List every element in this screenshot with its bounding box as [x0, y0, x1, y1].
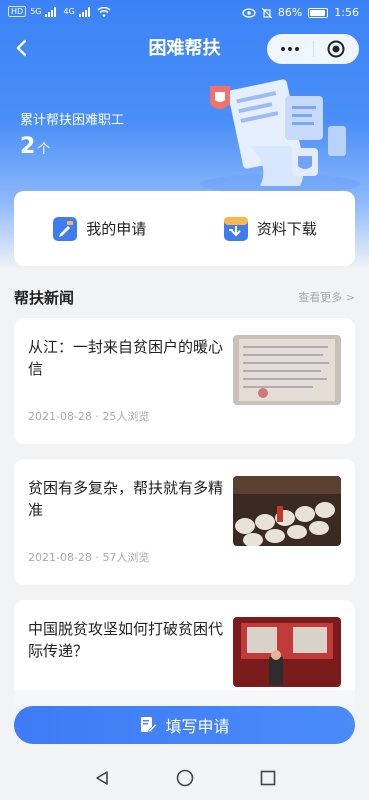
- stat-label: 累计帮扶困难职工: [20, 113, 125, 128]
- my-applications-label: 我的申请: [86, 220, 147, 238]
- news-title: 从江：一封来自贫困户的暖心信: [28, 338, 224, 378]
- news-title: 中国脱贫攻坚如何打破贫困代际传递？: [28, 620, 224, 660]
- miniapp-capsule: [267, 34, 359, 64]
- stat-value: 2: [20, 134, 36, 159]
- news-thumbnail: [233, 617, 341, 687]
- fill-application-label: 填写申请: [165, 717, 230, 736]
- news-thumbnail: [233, 476, 341, 546]
- status-bar: HD 5G 4G 86% 1:56: [0, 0, 369, 28]
- target-circle-icon[interactable]: [313, 34, 359, 64]
- eye-icon: [242, 7, 256, 18]
- stat-unit: 个: [37, 142, 51, 157]
- news-date: 2021-08-28: [28, 410, 92, 423]
- signal-icon: [45, 6, 57, 17]
- document-download-label: 资料下载: [256, 220, 317, 238]
- my-applications-button[interactable]: 我的申请: [14, 191, 185, 266]
- news-date: 2021-08-28: [28, 551, 92, 564]
- more-dots-icon[interactable]: [267, 34, 313, 64]
- news-section-title: 帮扶新闻: [14, 289, 75, 307]
- network-5g-label: 5G: [30, 7, 42, 16]
- news-meta: 2021-08-28 · 57人浏览: [28, 551, 150, 564]
- home-circle-icon[interactable]: [176, 769, 194, 787]
- silent-icon: [261, 7, 272, 18]
- back-triangle-icon[interactable]: [93, 769, 111, 787]
- news-card[interactable]: 贫困有多复杂，帮扶就有多精准 2021-08-28 · 57人浏览: [14, 459, 355, 585]
- wifi-icon: [97, 6, 111, 17]
- news-title: 贫困有多复杂，帮扶就有多精准: [28, 479, 224, 519]
- navbar: 困难帮扶: [0, 28, 369, 68]
- edit-form-icon: [141, 717, 158, 733]
- pencil-doc-icon: [53, 216, 78, 241]
- hero-illustration: [200, 79, 360, 194]
- recent-apps-square-icon[interactable]: [259, 769, 277, 787]
- view-more-link[interactable]: 查看更多 >: [298, 289, 355, 305]
- network-4g-label: 4G: [63, 7, 75, 16]
- quick-actions-card: 我的申请 资料下载: [14, 191, 355, 266]
- stat-value-row: 2个: [20, 134, 50, 159]
- system-navigation-bar: [0, 756, 369, 800]
- fill-application-button[interactable]: 填写申请: [14, 706, 355, 744]
- battery-percent: 86%: [277, 6, 303, 19]
- news-thumbnail: [233, 335, 341, 405]
- hd-badge: HD: [8, 6, 27, 17]
- battery-icon: [308, 7, 329, 18]
- news-meta: 2021-08-28 · 25人浏览: [28, 410, 150, 423]
- news-views: 57人浏览: [102, 551, 150, 564]
- news-card[interactable]: 从江：一封来自贫困户的暖心信 2021-08-28 · 25人浏览: [14, 318, 355, 444]
- clock: 1:56: [334, 6, 359, 19]
- document-download-button[interactable]: 资料下载: [185, 191, 356, 266]
- download-doc-icon: [223, 216, 248, 241]
- news-views: 25人浏览: [102, 410, 150, 423]
- signal-icon-2: [78, 6, 90, 17]
